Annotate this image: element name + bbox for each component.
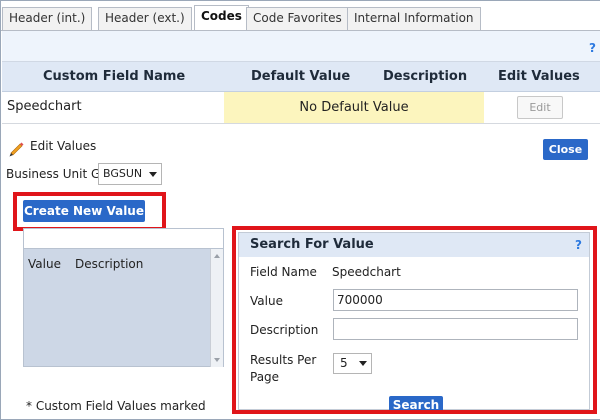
custom-field-name-cell: Speedchart	[7, 99, 82, 114]
edit-values-title: Edit Values	[30, 139, 97, 153]
value-filter-bar	[23, 228, 224, 249]
tab-bar: Header (int.) Header (ext.) Codes Code F…	[1, 3, 600, 30]
edit-button[interactable]: Edit	[517, 96, 563, 119]
business-unit-select[interactable]: BGSUN	[98, 163, 162, 185]
pencil-icon	[9, 142, 24, 157]
close-button[interactable]: Close	[543, 139, 588, 160]
codes-table-header: Custom Field Name Default Value Descript…	[2, 62, 600, 92]
values-list-scrollbar[interactable]	[210, 249, 223, 367]
codes-window: Header (int.) Header (ext.) Codes Code F…	[0, 0, 600, 420]
tab-header-int[interactable]: Header (int.)	[2, 7, 93, 30]
column-header-edit-values: Edit Values	[498, 69, 580, 84]
tab-codes[interactable]: Codes	[194, 5, 249, 30]
help-icon[interactable]: ?	[589, 41, 596, 55]
list-header-value: Value	[28, 257, 61, 271]
tab-header-ext[interactable]: Header (ext.)	[98, 7, 192, 30]
custom-values-footnote: * Custom Field Values marked	[26, 399, 206, 413]
table-row: Speedchart No Default Value Edit	[2, 92, 600, 124]
help-bar: ?	[2, 31, 600, 62]
default-value-cell: No Default Value	[224, 92, 484, 123]
column-header-default-value: Default Value	[251, 69, 351, 84]
column-header-description: Description	[383, 69, 468, 84]
list-header-description: Description	[75, 257, 144, 271]
highlight-box-search	[232, 226, 597, 414]
business-unit-value: BGSUN	[103, 167, 143, 180]
scroll-up-icon[interactable]	[214, 254, 220, 258]
highlight-box-create	[13, 192, 166, 231]
business-unit-label: Business Unit GL	[6, 167, 107, 181]
chevron-down-icon	[149, 172, 157, 177]
values-list: Value Description	[23, 249, 224, 367]
tab-code-favorites[interactable]: Code Favorites	[246, 7, 349, 30]
tab-internal-information[interactable]: Internal Information	[347, 7, 481, 30]
column-header-custom-field-name: Custom Field Name	[43, 69, 186, 84]
scroll-down-icon[interactable]	[214, 358, 220, 362]
